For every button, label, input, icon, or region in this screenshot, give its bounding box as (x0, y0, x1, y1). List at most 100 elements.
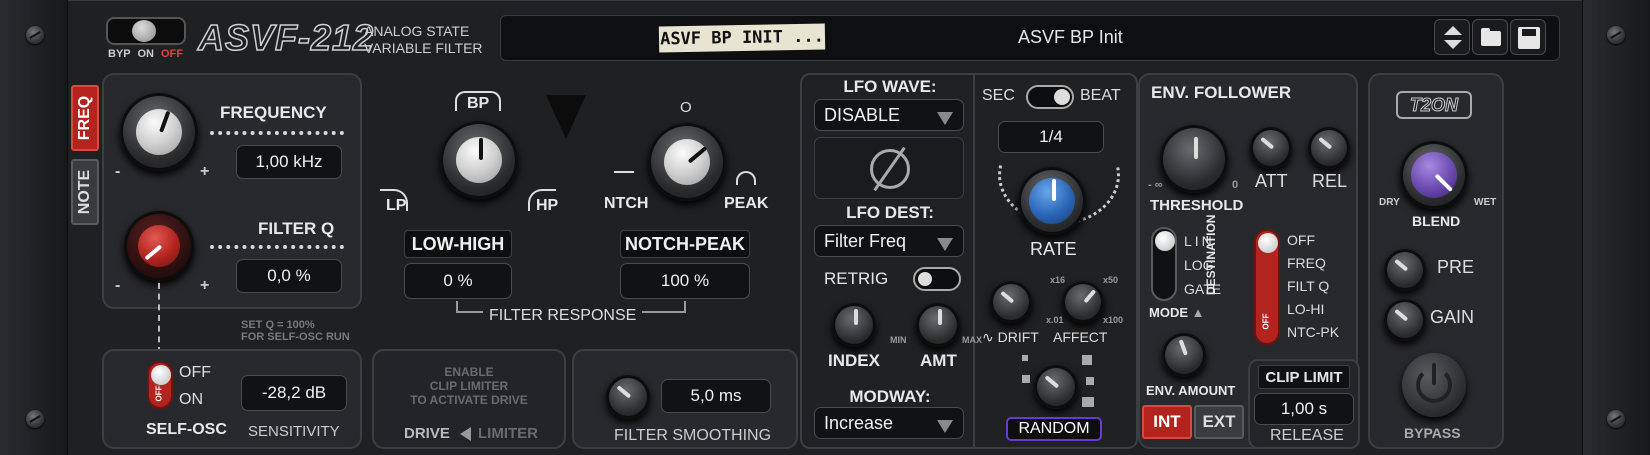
self-osc-switch[interactable]: OFF (147, 361, 173, 409)
switch-off-text: OFF (154, 385, 164, 402)
frequency-knob[interactable] (120, 93, 198, 171)
drift-label: DRIFT (997, 329, 1039, 345)
bypass-power-button[interactable] (1402, 353, 1466, 417)
bp-label: BP (467, 95, 490, 112)
att-knob[interactable] (1250, 127, 1292, 169)
folder-icon (1481, 31, 1501, 46)
amt-min-label: MIN (890, 335, 907, 345)
dest-freq: FREQ (1287, 255, 1326, 271)
filter-response-label: FILTER RESPONSE (483, 307, 643, 325)
index-knob[interactable] (832, 303, 876, 347)
dest-off: OFF (1287, 232, 1315, 248)
filter-q-value[interactable]: 0,0 % (236, 259, 342, 293)
destination-label: DESTINATION (1204, 214, 1218, 295)
ext-button[interactable]: EXT (1194, 405, 1244, 439)
rate-knob[interactable] (1018, 167, 1086, 235)
save-preset-button[interactable] (1510, 19, 1546, 55)
blend-knob[interactable] (1400, 141, 1468, 209)
off-label: OFF (161, 48, 184, 60)
drive-hint-line3: TO ACTIVATE DRIVE (410, 393, 528, 407)
sensitivity-value[interactable]: -28,2 dB (241, 375, 347, 411)
drive-hint: ENABLE CLIP LIMITER TO ACTIVATE DRIVE (372, 365, 566, 407)
sec-beat-toggle[interactable] (1026, 85, 1074, 109)
pre-knob[interactable] (1384, 249, 1426, 291)
knob-indicator (479, 138, 483, 160)
rate-value[interactable]: 1/4 (998, 121, 1104, 153)
arrow-up-icon (1444, 26, 1462, 35)
retrig-toggle[interactable] (913, 267, 961, 291)
rel-knob[interactable] (1308, 127, 1350, 169)
destination-switch[interactable]: OFF (1254, 229, 1280, 345)
modway-dropdown[interactable]: Increase (814, 407, 964, 439)
switch-off-text: OFF (1261, 313, 1271, 330)
threshold-max-label: 0 (1232, 179, 1239, 191)
peak-shape-icon (736, 171, 756, 185)
mode-label-wrap: MODE ▲ (1149, 305, 1205, 320)
ntch-label: NTCH (604, 195, 649, 212)
on-label: ON (137, 48, 154, 60)
amt-knob[interactable] (916, 303, 960, 347)
index-label: INDEX (828, 351, 880, 370)
dice-dot (1022, 355, 1028, 361)
notch-peak-value[interactable]: 100 % (620, 263, 750, 299)
link-line (158, 283, 160, 353)
preset-name[interactable]: ASVF BP Init (1018, 27, 1123, 48)
threshold-knob[interactable] (1160, 125, 1228, 193)
lfo-wave-dropdown[interactable]: DISABLE (814, 99, 964, 131)
rate-label: RATE (1030, 239, 1077, 259)
dice-dot (1082, 355, 1092, 365)
power-icon-bar (1432, 363, 1436, 385)
dry-label: DRY (1379, 197, 1400, 208)
dice-dot (1082, 397, 1094, 407)
tab-note[interactable]: NOTE (71, 159, 99, 225)
preset-tape-label[interactable]: ASVF BP INIT ... (658, 23, 826, 53)
release-value[interactable]: 1,00 s (1254, 393, 1354, 425)
random-knob[interactable] (1034, 365, 1078, 409)
bypass-labels: BYP ON OFF (108, 48, 183, 60)
lfo-wave-label: LFO WAVE: (843, 77, 937, 96)
open-preset-button[interactable] (1472, 19, 1508, 55)
frequency-value[interactable]: 1,00 kHz (236, 145, 342, 179)
random-button[interactable]: RANDOM (1006, 417, 1102, 441)
smoothing-label: FILTER SMOOTHING (614, 427, 772, 444)
tab-freq[interactable]: FREQ (71, 85, 99, 151)
knob-indicator (1194, 137, 1198, 159)
notch-peak-knob[interactable] (648, 123, 726, 201)
save-icon-shutter (1522, 29, 1536, 36)
clip-limit-button[interactable]: CLIP LIMIT (1258, 365, 1350, 389)
lfo-dest-dropdown[interactable]: Filter Freq (814, 225, 964, 257)
drive-hint-line1: ENABLE (444, 365, 494, 379)
preset-updown-button[interactable] (1434, 19, 1470, 55)
affect-x100-label: x100 (1103, 315, 1124, 325)
sec-label: SEC (982, 87, 1015, 104)
affect-knob[interactable] (1062, 281, 1104, 323)
drift-knob[interactable] (990, 281, 1032, 323)
smoothing-knob[interactable] (606, 375, 650, 419)
modway-label: MODWAY: (849, 387, 931, 406)
lfo-divider (973, 75, 975, 447)
arrow-left-icon (460, 427, 471, 441)
bypass-switch[interactable] (106, 17, 186, 45)
low-high-knob[interactable] (440, 121, 518, 199)
affect-x50-label: x50 (1103, 275, 1119, 285)
env-amount-label: ENV. AMOUNT (1146, 383, 1236, 398)
hp-label: HP (536, 197, 559, 214)
low-high-value[interactable]: 0 % (404, 263, 512, 299)
self-osc-on-label: ON (179, 391, 203, 408)
retrig-label: RETRIG (824, 269, 889, 288)
screw-icon (1607, 410, 1625, 428)
mode-switch[interactable] (1151, 227, 1177, 301)
filter-q-dots (210, 245, 344, 249)
int-button[interactable]: INT (1142, 405, 1192, 439)
smoothing-value[interactable]: 5,0 ms (661, 379, 771, 413)
subtitle-line2: VARIABLE FILTER (364, 40, 483, 56)
filter-q-knob[interactable] (124, 211, 194, 281)
knob-indicator (854, 309, 858, 325)
right-rack-ear (1582, 0, 1650, 455)
gain-knob[interactable] (1384, 299, 1426, 341)
hint-line1: SET Q = 100% (241, 319, 315, 331)
self-osc-off-label: OFF (179, 364, 211, 381)
frequency-label: FREQUENCY (220, 103, 327, 122)
knob-indicator (1394, 308, 1409, 322)
env-amount-knob[interactable] (1162, 333, 1206, 377)
